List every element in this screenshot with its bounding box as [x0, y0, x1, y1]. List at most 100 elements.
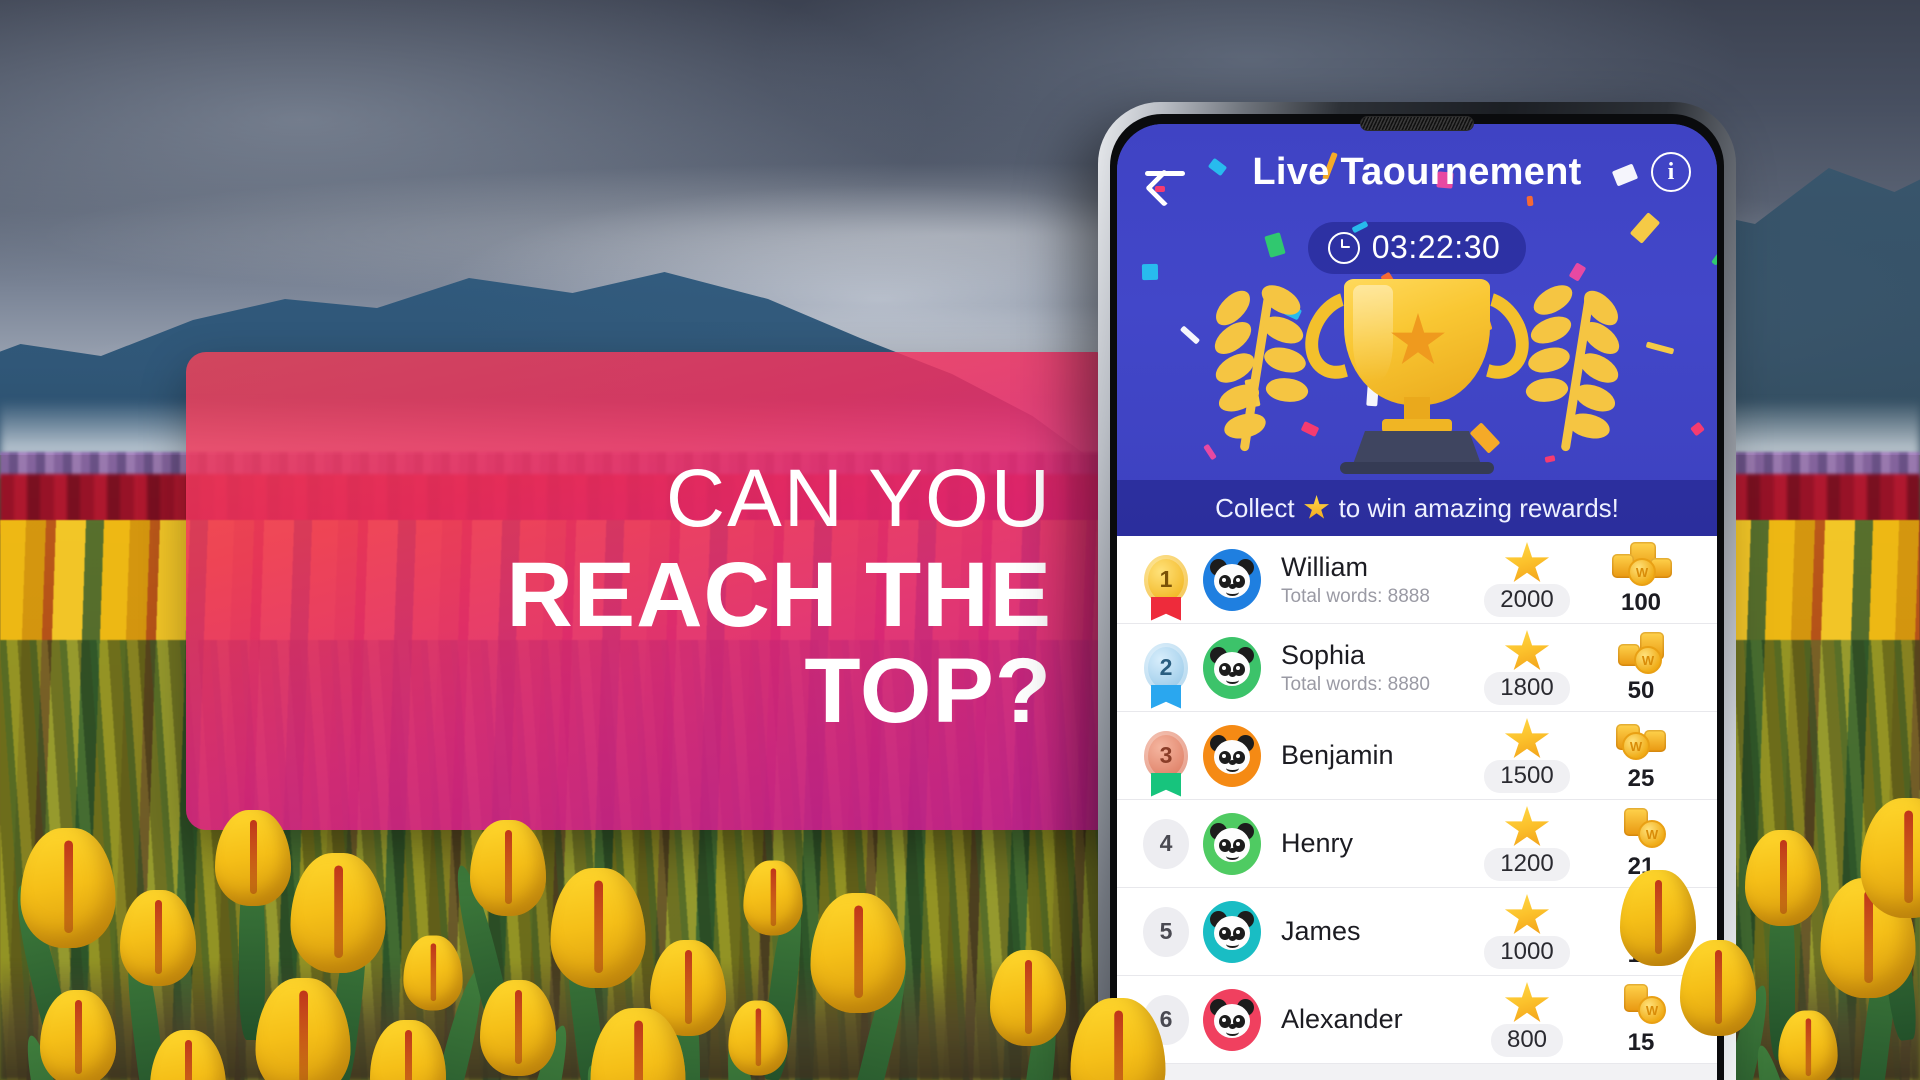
avatar	[1203, 988, 1261, 1051]
star-score-cell: 1800	[1467, 630, 1587, 705]
rank-cell: 3	[1135, 730, 1197, 797]
trophy-icon	[1289, 269, 1545, 474]
avatar	[1203, 724, 1261, 787]
rank-number: 3	[1159, 742, 1173, 768]
player-info: James	[1261, 915, 1467, 947]
player-name: William	[1281, 552, 1368, 583]
coins-icon: W	[1610, 542, 1672, 588]
star-score-cell: 1000	[1467, 894, 1587, 969]
table-row[interactable]: 6 Alexander 800 W 15	[1117, 976, 1717, 1064]
rank-number: 5	[1159, 918, 1173, 944]
star-score-value: 1800	[1484, 672, 1570, 705]
collect-suffix-text: to win amazing rewards!	[1338, 492, 1619, 523]
rank-medal-icon: 3	[1144, 730, 1188, 797]
rank-cell: 4	[1135, 818, 1197, 869]
player-info: William Total words: 8888	[1261, 551, 1467, 607]
rank-number: 1	[1159, 566, 1173, 592]
coin-reward-cell: W 15	[1587, 982, 1695, 1057]
star-score-value: 800	[1490, 1024, 1564, 1057]
star-score-cell: 2000	[1467, 542, 1587, 617]
table-row[interactable]: 4 Henry 1200 W 21	[1117, 800, 1717, 888]
rank-cell: 2	[1135, 642, 1197, 709]
medal-ribbon-icon	[1151, 596, 1181, 621]
laurel-icon	[1523, 277, 1626, 459]
player-total-words: Total words: 8888	[1281, 585, 1430, 607]
promo-line-3: TOP?	[804, 639, 1052, 742]
back-arrow-icon[interactable]	[1143, 152, 1189, 192]
player-total-words: Total words: 8880	[1281, 673, 1430, 695]
star-score-cell: 1500	[1467, 718, 1587, 793]
coin-reward-value: 15	[1627, 1029, 1655, 1056]
star-icon	[1304, 495, 1330, 519]
coins-icon: W	[1610, 982, 1672, 1028]
laurel-icon	[1208, 277, 1311, 459]
player-name: Alexander	[1281, 1004, 1403, 1035]
star-icon	[1504, 894, 1550, 935]
star-score-value: 1000	[1484, 936, 1570, 969]
coin-reward-cell: W 100	[1587, 542, 1695, 617]
avatar	[1203, 900, 1261, 963]
player-info: Alexander	[1261, 1003, 1467, 1035]
phone-speaker-grille	[1360, 116, 1474, 131]
rank-medal-icon: 1	[1144, 554, 1188, 621]
rank-cell: 5	[1135, 906, 1197, 957]
panda-icon	[1210, 646, 1254, 687]
coin-reward-cell: W 25	[1587, 718, 1695, 793]
coin-reward-value: 100	[1620, 589, 1662, 616]
page-title: Live Taournement	[1252, 150, 1582, 193]
star-icon	[1504, 806, 1550, 847]
player-name: Benjamin	[1281, 740, 1394, 771]
star-icon	[1504, 982, 1550, 1023]
medal-ribbon-icon	[1151, 684, 1181, 709]
timer-value: 03:22:30	[1371, 229, 1501, 265]
player-info: Henry	[1261, 827, 1467, 859]
rank-number: 2	[1159, 654, 1173, 680]
clock-icon	[1327, 231, 1360, 264]
app-header: Live Taournement i 03:22:30 Collect to w…	[1117, 124, 1717, 536]
coin-reward-cell: W 21	[1587, 806, 1695, 881]
player-info: Sophia Total words: 8880	[1261, 639, 1467, 695]
rank-cell: 1	[1135, 554, 1197, 621]
coins-icon: W	[1610, 806, 1672, 852]
player-name: Henry	[1281, 828, 1354, 859]
medal-ribbon-icon	[1151, 772, 1181, 797]
coins-icon: W	[1610, 718, 1672, 764]
collect-prefix-text: Collect	[1215, 492, 1295, 523]
rank-number: 6	[1159, 1006, 1173, 1032]
promo-line-2: REACH THE	[506, 544, 1052, 647]
rank-medal-icon: 2	[1144, 642, 1188, 709]
promo-line-1: CAN YOU	[665, 452, 1052, 544]
info-icon[interactable]: i	[1651, 152, 1691, 192]
coin-reward-value: 25	[1627, 765, 1655, 792]
trophy-illustration	[1117, 264, 1717, 479]
table-row[interactable]: 3 Benjamin 1500 W 25	[1117, 712, 1717, 800]
star-icon	[1504, 630, 1550, 671]
coin-reward-value: 50	[1627, 677, 1655, 704]
star-icon	[1504, 718, 1550, 759]
player-name: James	[1281, 916, 1361, 947]
star-icon	[1504, 542, 1550, 583]
star-score-value: 2000	[1484, 584, 1570, 617]
rank-number: 4	[1159, 830, 1173, 856]
promo-banner: CAN YOU REACH THE TOP?	[186, 352, 1116, 830]
screenshot-root: CAN YOU REACH THE TOP? Live Taournement …	[0, 0, 1920, 1080]
table-row[interactable]: 2 Sophia Total words: 8880 1800 W 50	[1117, 624, 1717, 712]
app-topbar: Live Taournement i	[1117, 124, 1717, 220]
leaderboard-list[interactable]: 1 William Total words: 8888 2000 W 100 2 Sophia…	[1117, 536, 1717, 1080]
avatar	[1203, 636, 1261, 699]
panda-icon	[1210, 998, 1254, 1039]
avatar	[1203, 548, 1261, 611]
panda-icon	[1210, 822, 1254, 863]
star-score-cell: 800	[1467, 982, 1587, 1057]
rank-medal-icon: 5	[1143, 906, 1189, 957]
panda-icon	[1210, 910, 1254, 951]
panda-icon	[1210, 734, 1254, 775]
rank-medal-icon: 4	[1143, 818, 1189, 869]
collect-rewards-bar: Collect to win amazing rewards!	[1117, 480, 1717, 536]
coin-reward-cell: W 50	[1587, 630, 1695, 705]
star-score-value: 1500	[1484, 760, 1570, 793]
player-name: Sophia	[1281, 640, 1366, 671]
table-row[interactable]: 1 William Total words: 8888 2000 W 100	[1117, 536, 1717, 624]
coins-icon: W	[1610, 630, 1672, 676]
star-score-cell: 1200	[1467, 806, 1587, 881]
